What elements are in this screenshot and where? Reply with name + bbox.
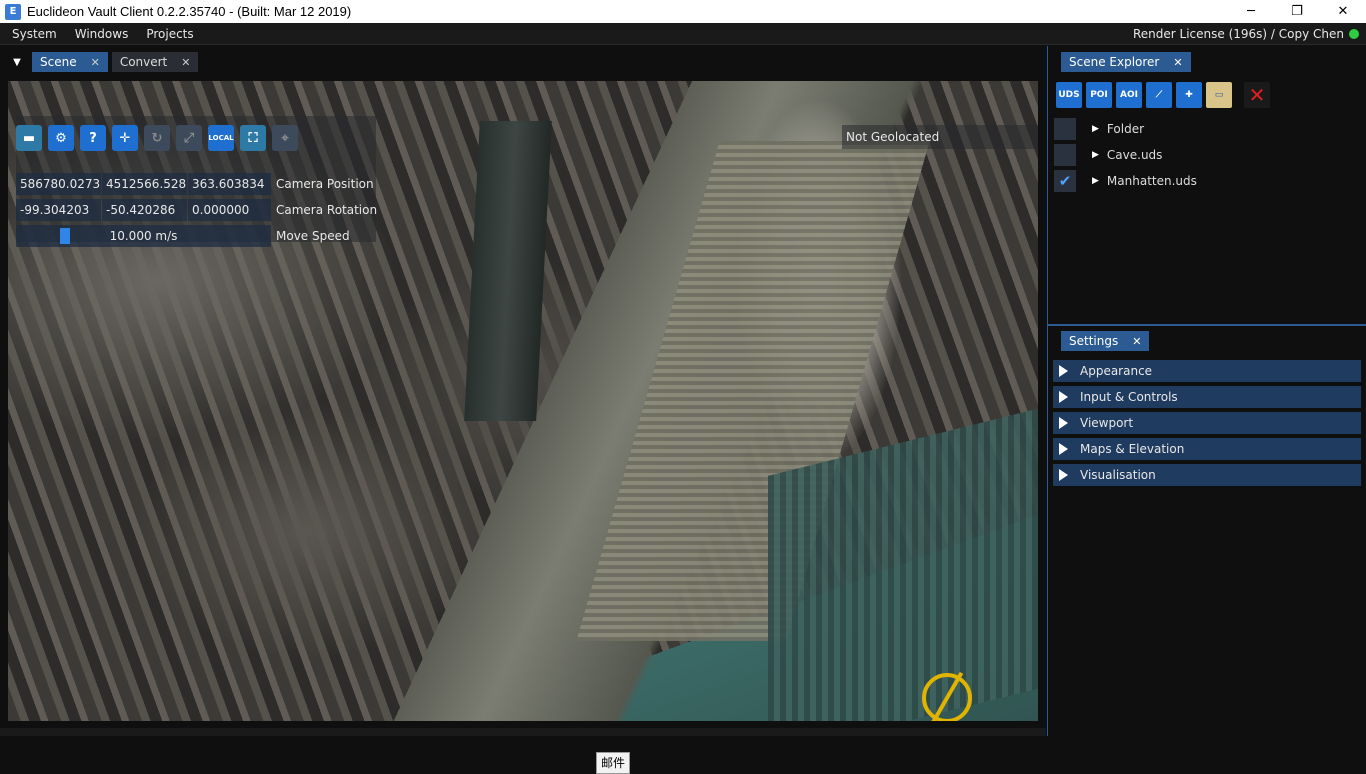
tab-convert-close-icon[interactable]: ✕ [181,56,190,69]
list-item[interactable]: ▶ Cave.uds [1054,142,1359,168]
title-bar: E Euclideon Vault Client 0.2.2.35740 - (… [0,0,1366,23]
camera-rotation-label: Camera Rotation [276,203,378,217]
camera-rotation-x[interactable]: -99.304203 [16,199,101,221]
scale-gizmo-icon[interactable]: ⤢ [176,125,202,151]
map-icon[interactable]: ⌖ [272,125,298,151]
move-gizmo-icon[interactable]: ✛ [112,125,138,151]
move-speed-label: Move Speed [276,229,350,243]
menu-projects[interactable]: Projects [140,27,199,41]
section-label: Viewport [1080,416,1134,430]
expand-triangle-icon [1059,443,1068,455]
fullscreen-icon[interactable]: ⛶ [240,125,266,151]
move-speed-value: 10.000 m/s [109,229,178,243]
building-render [464,121,552,421]
scene-explorer-toolbar: UDS POI AOI ⟋ ✚ ▭ ✕ [1056,82,1274,108]
taskbar-tooltip: 邮件 [596,752,631,774]
tab-scene[interactable]: Scene ✕ [32,52,108,72]
3d-viewport[interactable]: ▬ ⚙ ? ✛ ↻ ⤢ LOCAL ⛶ ⌖ 586780.027377 4512… [8,81,1038,721]
item-checkbox[interactable] [1054,118,1076,140]
settings-section-appearance[interactable]: Appearance [1053,360,1361,382]
maximize-button[interactable]: ❐ [1274,0,1320,23]
add-folder-icon[interactable]: ▭ [1206,82,1232,108]
add-aoi-button[interactable]: AOI [1116,82,1142,108]
move-speed-slider[interactable]: 10.000 m/s [16,225,271,247]
scene-pane: ▼ Scene ✕ Convert ✕ ▬ ⚙ ? ✛ ↻ ⤢ LOCAL ⛶ … [0,46,1046,774]
camera-position-row: 586780.027377 4512566.528125 363.603834 … [16,173,374,195]
camera-position-x[interactable]: 586780.027377 [16,173,101,195]
compass-gizmo-icon[interactable] [922,673,972,721]
list-item[interactable]: ✔ ▶ Manhatten.uds [1054,168,1359,194]
minimize-button[interactable]: ─ [1228,0,1274,23]
taskbar-strip [0,728,1046,736]
camera-position-z[interactable]: 363.603834 [188,173,271,195]
tab-settings[interactable]: Settings ✕ [1061,331,1150,351]
menu-windows[interactable]: Windows [69,27,135,41]
window-title: Euclideon Vault Client 0.2.2.35740 - (Bu… [27,4,352,19]
camera-rotation-row: -99.304203 -50.420286 0.000000 Camera Ro… [16,199,377,221]
expand-arrow-icon[interactable]: ▶ [1092,124,1099,134]
close-button[interactable]: ✕ [1320,0,1366,23]
right-panel: Scene Explorer ✕ UDS POI AOI ⟋ ✚ ▭ ✕ ▶ F… [1047,46,1366,736]
settings-section-maps-elevation[interactable]: Maps & Elevation [1053,438,1361,460]
item-checkbox[interactable]: ✔ [1054,170,1076,192]
settings-section-input-controls[interactable]: Input & Controls [1053,386,1361,408]
expand-arrow-icon[interactable]: ▶ [1092,150,1099,160]
settings-section-viewport[interactable]: Viewport [1053,412,1361,434]
section-label: Maps & Elevation [1080,442,1185,456]
settings-section-visualisation[interactable]: Visualisation [1053,464,1361,486]
screenshot-icon[interactable]: ⚙ [48,125,74,151]
item-checkbox[interactable] [1054,144,1076,166]
add-line-icon[interactable]: ⟋ [1146,82,1172,108]
local-space-icon[interactable]: LOCAL [208,125,234,151]
rotate-gizmo-icon[interactable]: ↻ [144,125,170,151]
settings-close-icon[interactable]: ✕ [1132,335,1141,348]
section-label: Appearance [1080,364,1153,378]
local-space-label: LOCAL [208,134,234,142]
license-status: Render License (196s) / Copy Chen [1132,27,1344,41]
section-label: Visualisation [1080,468,1156,482]
delete-button[interactable]: ✕ [1244,82,1270,108]
add-more-icon[interactable]: ✚ [1176,82,1202,108]
collapse-icon[interactable]: ▼ [10,55,24,69]
move-speed-row: 10.000 m/s Move Speed [16,225,350,247]
tab-scene-explorer[interactable]: Scene Explorer ✕ [1061,52,1191,72]
menu-system[interactable]: System [6,27,63,41]
item-label: Manhatten.uds [1106,174,1197,188]
section-label: Input & Controls [1080,390,1178,404]
expand-triangle-icon [1059,391,1068,403]
menu-bar: System Windows Projects Render License (… [0,23,1366,45]
geolocation-status: Not Geolocated [842,125,1038,149]
scene-explorer-list: ▶ Folder ▶ Cave.uds ✔ ▶ Manhatten.uds [1054,116,1359,194]
add-poi-button[interactable]: POI [1086,82,1112,108]
scene-explorer-title: Scene Explorer [1069,55,1160,69]
scene-explorer-close-icon[interactable]: ✕ [1173,56,1182,69]
settings-title: Settings [1069,334,1119,348]
settings-list: Appearance Input & Controls Viewport Map… [1053,360,1361,490]
list-item[interactable]: ▶ Folder [1054,116,1359,142]
tab-convert[interactable]: Convert ✕ [111,52,199,72]
expand-triangle-icon [1059,469,1068,481]
help-icon[interactable]: ? [80,125,106,151]
app-icon: E [5,3,21,20]
camera-rotation-y[interactable]: -50.420286 [102,199,187,221]
tab-scene-close-icon[interactable]: ✕ [91,56,100,69]
camera-position-y[interactable]: 4512566.528125 [102,173,187,195]
expand-arrow-icon[interactable]: ▶ [1092,176,1099,186]
item-label: Folder [1106,122,1145,136]
tab-scene-label: Scene [40,55,77,69]
item-label: Cave.uds [1106,148,1163,162]
camera-rotation-z[interactable]: 0.000000 [188,199,271,221]
status-indicator-icon [1349,29,1359,39]
panel-divider[interactable] [1048,324,1366,326]
tab-convert-label: Convert [119,55,168,69]
camera-mode-icon[interactable]: ▬ [16,125,42,151]
add-uds-button[interactable]: UDS [1056,82,1082,108]
camera-position-label: Camera Position [276,177,374,191]
viewport-toolbar: ▬ ⚙ ? ✛ ↻ ⤢ LOCAL ⛶ ⌖ [16,125,304,151]
expand-triangle-icon [1059,365,1068,377]
expand-triangle-icon [1059,417,1068,429]
